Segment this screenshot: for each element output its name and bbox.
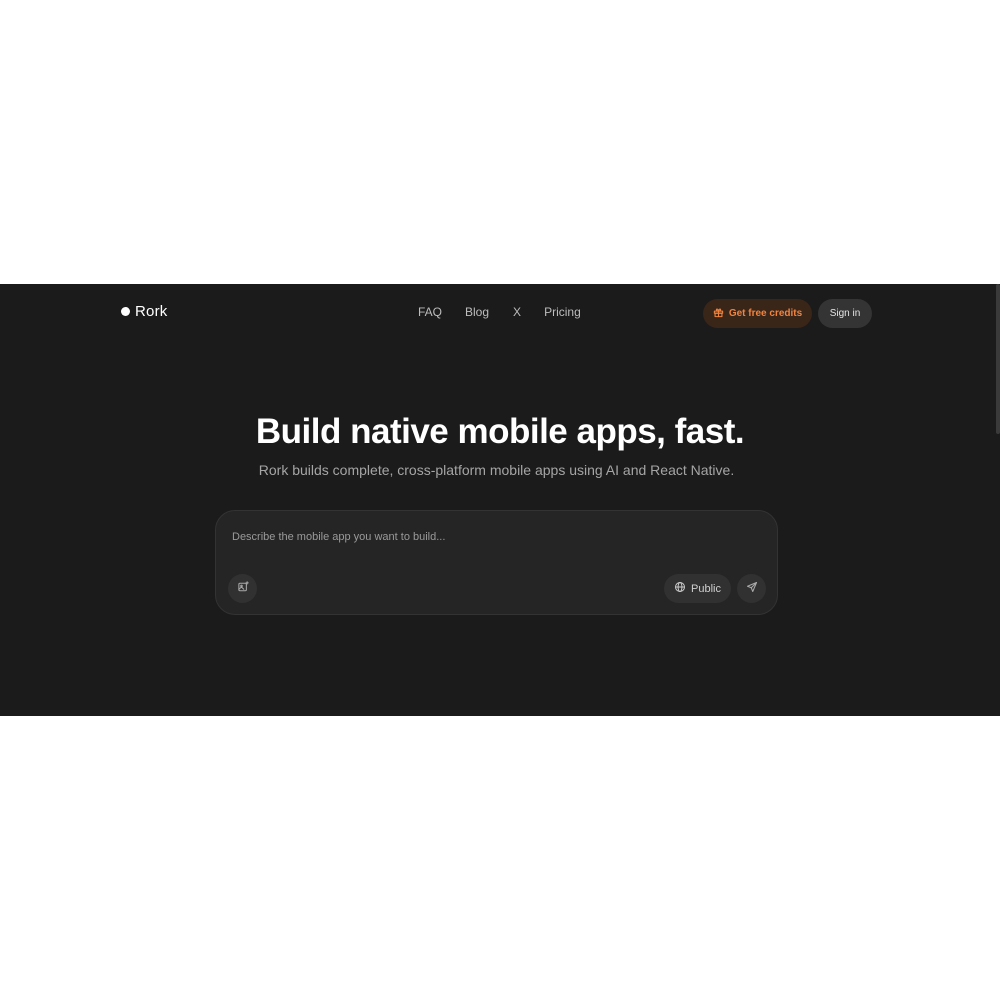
image-upload-button[interactable]	[228, 574, 257, 603]
nav-pricing[interactable]: Pricing	[544, 305, 581, 319]
app-screen: Rork FAQ Blog X Pricing Get free credits…	[0, 284, 1000, 716]
visibility-label: Public	[691, 582, 721, 595]
get-free-credits-button[interactable]: Get free credits	[703, 299, 812, 328]
hero-subtitle: Rork builds complete, cross-platform mob…	[258, 462, 735, 478]
globe-icon	[674, 581, 686, 596]
nav-faq[interactable]: FAQ	[418, 305, 442, 319]
nav-blog[interactable]: Blog	[465, 305, 489, 319]
send-icon	[746, 580, 758, 598]
hero-title: Build native mobile apps, fast.	[255, 412, 745, 451]
gift-icon	[713, 307, 724, 321]
nav-x[interactable]: X	[513, 305, 521, 319]
logo-text: Rork	[135, 303, 168, 320]
send-button[interactable]	[737, 574, 766, 603]
prompt-input[interactable]	[232, 527, 752, 547]
logo[interactable]: Rork	[121, 303, 167, 320]
visibility-toggle-button[interactable]: Public	[664, 574, 731, 603]
sign-in-button[interactable]: Sign in	[818, 299, 872, 328]
header: Rork FAQ Blog X Pricing Get free credits…	[0, 284, 1000, 342]
logo-dot-icon	[121, 307, 130, 316]
prompt-box: Public	[215, 510, 778, 615]
credits-label: Get free credits	[728, 308, 803, 319]
image-upload-icon	[237, 580, 249, 598]
main-nav: FAQ Blog X Pricing	[418, 305, 581, 319]
